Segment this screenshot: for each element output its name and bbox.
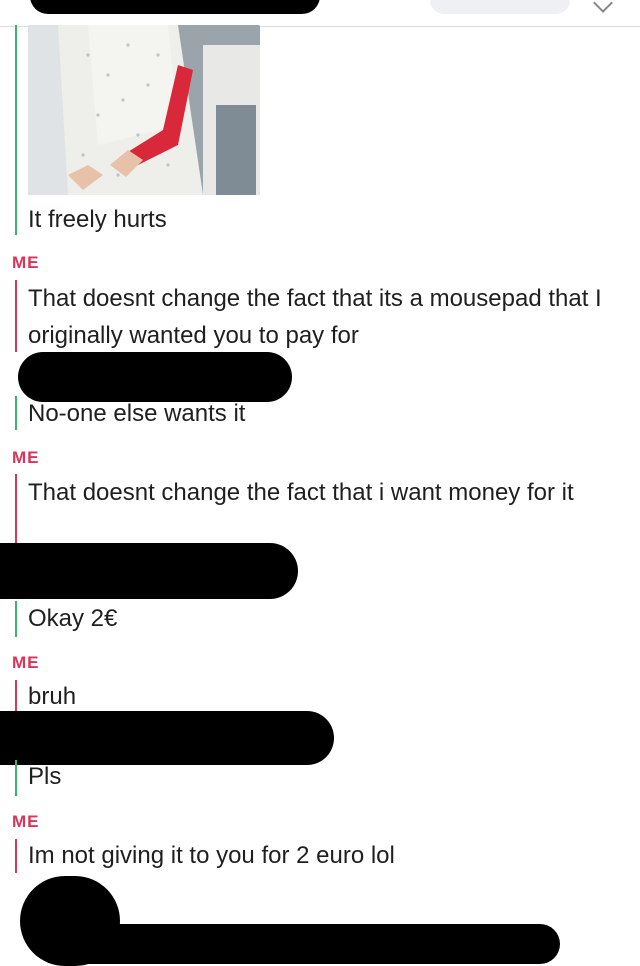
header-redaction — [30, 0, 320, 14]
message-accent-bar — [15, 474, 17, 546]
bottom-redaction — [60, 924, 560, 964]
message-text: No-one else wants it — [28, 400, 246, 427]
shared-photo[interactable] — [28, 25, 260, 195]
message-text: That doesnt change the fact that its a m… — [28, 285, 602, 349]
top-action-icon[interactable] — [593, 0, 613, 13]
sender-label-me: ME — [12, 653, 40, 672]
message-accent-bar — [15, 760, 17, 796]
sender-redaction — [0, 711, 334, 765]
message-text: Pls — [28, 763, 62, 790]
sender-redaction — [0, 543, 298, 599]
message-accent-bar — [15, 396, 17, 430]
message-accent-bar — [15, 280, 17, 352]
photo-image — [28, 25, 260, 195]
sender-label-me: ME — [12, 812, 40, 831]
message-accent-bar — [15, 25, 17, 235]
message-text: Im not giving it to you for 2 euro lol — [28, 842, 395, 869]
header-action-button[interactable] — [430, 0, 570, 14]
message-accent-bar — [15, 839, 17, 873]
chat-header — [0, 0, 640, 27]
message-text: Okay 2€ — [28, 605, 118, 632]
sender-label-me: ME — [12, 253, 40, 272]
message-text: bruh — [28, 683, 77, 710]
message-accent-bar — [15, 601, 17, 637]
sender-label-me: ME — [12, 448, 40, 467]
message-accent-bar — [15, 680, 17, 714]
message-text: It freely hurts — [28, 206, 167, 233]
message-text: That doesnt change the fact that i want … — [28, 479, 574, 506]
